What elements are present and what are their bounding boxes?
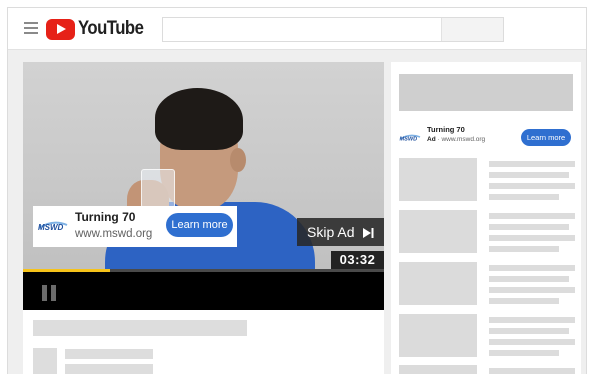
skip-ad-button[interactable]: Skip Ad [297, 218, 384, 246]
recommendation-thumbnail[interactable] [399, 365, 477, 374]
recommendation-thumbnail[interactable] [399, 262, 477, 305]
skip-ad-label: Skip Ad [307, 224, 355, 240]
search-input[interactable] [163, 18, 441, 41]
recommendation-meta-placeholder [489, 194, 559, 200]
companion-ad-title: Turning 70 [427, 125, 465, 134]
channel-name-placeholder [65, 349, 153, 359]
hamburger-menu-icon[interactable] [24, 22, 38, 34]
companion-advertiser-logo-text: MSWD [400, 137, 418, 143]
recommendation-meta-placeholder [489, 350, 559, 356]
ad-overlay-card[interactable]: MSWD Turning 70 www.mswd.org Learn more [33, 206, 237, 247]
recommendation-meta-placeholder [489, 298, 559, 304]
video-subject-ear [230, 148, 246, 172]
recommendation-meta-placeholder [489, 235, 575, 241]
channel-meta-placeholder [65, 364, 153, 374]
companion-ad-banner[interactable] [399, 74, 573, 111]
learn-more-button[interactable]: Learn more [166, 213, 233, 237]
ad-time-remaining: 03:32 [331, 251, 384, 269]
recommendation-title-placeholder [489, 368, 575, 374]
top-bar: YouTube [8, 8, 586, 50]
recommendation-thumbnail[interactable] [399, 158, 477, 201]
sidebar: MSWD Turning 70 Ad · www.mswd.org Learn … [391, 62, 581, 374]
browser-frame: YouTube MSWD Turning 70 www.mswd.org Lea… [7, 7, 587, 374]
recommendation-meta-placeholder [489, 183, 575, 189]
advertiser-logo-text: MSWD [38, 223, 64, 232]
recommendation-title-placeholder [489, 317, 575, 323]
pause-icon[interactable] [42, 285, 58, 301]
recommendation-title-placeholder [489, 328, 569, 334]
recommendation-title-placeholder [489, 213, 575, 219]
video-info-placeholder [23, 310, 384, 374]
recommendation-title-placeholder [489, 161, 575, 167]
video-player[interactable]: MSWD Turning 70 www.mswd.org Learn more … [23, 62, 384, 310]
youtube-play-icon [46, 18, 75, 40]
recommendation-meta-placeholder [489, 339, 575, 345]
recommendation-thumbnail[interactable] [399, 210, 477, 253]
companion-ad-url[interactable]: · www.mswd.org [437, 136, 485, 143]
video-water-glass [141, 169, 175, 211]
title-placeholder [33, 320, 247, 336]
recommendation-title-placeholder [489, 276, 569, 282]
search-bar[interactable] [162, 17, 504, 42]
recommendation-title-placeholder [489, 265, 575, 271]
channel-avatar-placeholder [33, 348, 57, 374]
companion-advertiser-logo: MSWD [400, 134, 421, 143]
companion-learn-more-button[interactable]: Learn more [521, 129, 571, 146]
recommendation-title-placeholder [489, 172, 569, 178]
recommendation-meta-placeholder [489, 246, 559, 252]
recommendation-title-placeholder [489, 224, 569, 230]
ad-title: Turning 70 [75, 210, 136, 224]
companion-ad-meta: Ad · www.mswd.org [427, 136, 485, 143]
video-subject-hair [155, 88, 243, 150]
search-button[interactable] [441, 18, 503, 41]
recommendation-meta-placeholder [489, 287, 575, 293]
logo-text: YouTube [78, 18, 144, 39]
recommendation-thumbnail[interactable] [399, 314, 477, 357]
video-frame[interactable]: MSWD Turning 70 www.mswd.org Learn more … [23, 62, 384, 269]
ad-badge: Ad [427, 136, 436, 143]
advertiser-logo: MSWD [38, 221, 68, 232]
player-controls [23, 272, 384, 310]
youtube-logo[interactable]: YouTube [46, 17, 152, 41]
skip-next-icon [363, 228, 374, 239]
ad-url[interactable]: www.mswd.org [75, 228, 152, 240]
